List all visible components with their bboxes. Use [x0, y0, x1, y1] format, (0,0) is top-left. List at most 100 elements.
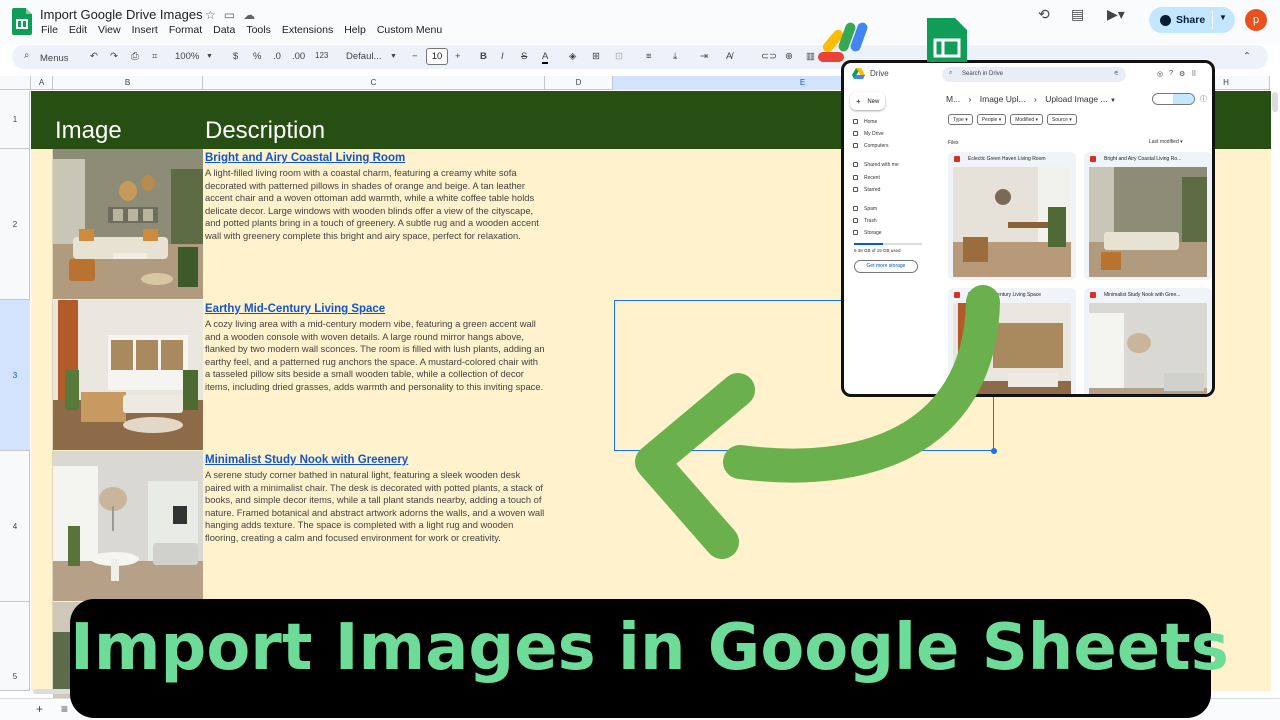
menu-edit[interactable]: Edit	[69, 24, 87, 36]
menu-format[interactable]: Format	[169, 24, 202, 36]
header-description-cell[interactable]: Description	[205, 117, 325, 145]
coastal-living-room-image[interactable]	[53, 149, 203, 299]
chip-source[interactable]: Source ▾	[1047, 114, 1077, 125]
apps-grid-icon[interactable]: ⠿	[1191, 70, 1196, 78]
menu-view[interactable]: View	[98, 24, 121, 36]
details-info-icon[interactable]: ⓘ	[1200, 94, 1207, 104]
undo-icon[interactable]: ↶	[90, 51, 98, 62]
sheets-logo-icon[interactable]	[12, 8, 32, 35]
row-header-2[interactable]: 2	[0, 149, 30, 300]
menu-custom[interactable]: Custom Menu	[377, 24, 442, 36]
merge-cells-icon[interactable]: ⊡	[615, 51, 623, 62]
bold-icon[interactable]: B	[480, 51, 487, 62]
file-card[interactable]: Eclectic Green Haven Living Room	[948, 152, 1076, 280]
nav-storage[interactable]: Storage	[853, 230, 882, 236]
print-icon[interactable]: ⎙	[131, 51, 139, 62]
nav-starred[interactable]: Starred	[853, 187, 880, 193]
vertical-scrollbar[interactable]	[1272, 92, 1278, 112]
breadcrumb-folder[interactable]: Image Upl...	[980, 94, 1026, 104]
text-rotation-icon[interactable]: A̸	[726, 51, 732, 62]
increase-decimal-button[interactable]: .00	[292, 51, 305, 62]
breadcrumb-root[interactable]: M...	[946, 94, 960, 104]
fill-color-icon[interactable]: ◈	[569, 51, 576, 62]
header-image-cell[interactable]: Image	[55, 117, 122, 145]
decrease-decimal-button[interactable]: .0	[273, 51, 281, 62]
item-title[interactable]: Minimalist Study Nook with Greenery	[205, 454, 408, 466]
column-a-cells[interactable]	[31, 149, 53, 691]
insert-comment-icon[interactable]: ⊕	[785, 51, 793, 62]
number-format-button[interactable]: 123	[315, 51, 328, 60]
menus-search[interactable]: ⌕ Menus	[14, 47, 84, 67]
collapse-toolbar-icon[interactable]: ⌃	[1243, 51, 1251, 62]
breadcrumb-current[interactable]: Upload Image ...	[1045, 94, 1107, 104]
font-dropdown-icon[interactable]: ▼	[390, 53, 397, 60]
text-wrap-icon[interactable]: ⇥	[700, 51, 708, 62]
document-title[interactable]: Import Google Drive Images	[40, 7, 203, 22]
menu-file[interactable]: File	[41, 24, 58, 36]
font-size-increase-icon[interactable]: +	[455, 51, 461, 62]
sort-select[interactable]: Last modified ▾	[1149, 139, 1183, 145]
text-color-icon[interactable]: A	[542, 51, 549, 64]
zoom-select[interactable]: 100%	[175, 51, 199, 62]
item-title[interactable]: Bright and Airy Coastal Living Room	[205, 152, 405, 164]
nav-spam[interactable]: Spam	[853, 206, 877, 212]
borders-icon[interactable]: ⊞	[592, 51, 600, 62]
meet-icon[interactable]: ▶▾	[1107, 6, 1125, 23]
row-header-5[interactable]: 5	[0, 602, 30, 691]
offline-icon[interactable]: ◎	[1157, 70, 1163, 78]
nav-trash[interactable]: Trash	[853, 218, 877, 224]
chip-type[interactable]: Type ▾	[948, 114, 973, 125]
zoom-dropdown-icon[interactable]: ▼	[206, 53, 213, 60]
row-header-4[interactable]: 4	[0, 451, 30, 602]
percent-button[interactable]: %	[253, 51, 261, 62]
chip-modified[interactable]: Modified ▾	[1010, 114, 1044, 125]
chevron-down-icon[interactable]: ▼	[1110, 98, 1116, 104]
chip-people[interactable]: People ▾	[976, 114, 1007, 125]
nav-recent[interactable]: Recent	[853, 175, 880, 181]
redo-icon[interactable]: ↷	[110, 51, 118, 62]
currency-button[interactable]: $	[233, 51, 238, 62]
menu-extensions[interactable]: Extensions	[282, 24, 333, 36]
share-button[interactable]: Share ▼	[1149, 7, 1235, 33]
paint-format-icon[interactable]: ⌗	[152, 51, 157, 62]
row-header-3[interactable]: 3	[0, 300, 30, 451]
menu-insert[interactable]: Insert	[132, 24, 158, 36]
menu-data[interactable]: Data	[213, 24, 235, 36]
insert-chart-icon[interactable]: ▥	[806, 51, 815, 62]
item-title[interactable]: Earthy Mid-Century Living Space	[205, 303, 385, 315]
font-family-select[interactable]: Defaul...	[346, 51, 381, 62]
file-card[interactable]: Bright and Airy Coastal Living Ro...	[1084, 152, 1212, 280]
horizontal-align-icon[interactable]: ≡	[646, 51, 652, 62]
settings-gear-icon[interactable]: ⚙	[1179, 70, 1185, 78]
nav-computers[interactable]: Computers	[853, 143, 888, 149]
select-all-corner[interactable]	[0, 76, 31, 90]
version-history-icon[interactable]: ⟲	[1038, 6, 1050, 23]
help-icon[interactable]: ?	[1169, 70, 1173, 78]
nav-home[interactable]: Home	[853, 119, 877, 125]
all-sheets-icon[interactable]: ≡	[61, 702, 68, 716]
insert-link-icon[interactable]: ⊂⊃	[761, 51, 777, 62]
column-header-d[interactable]: D	[545, 76, 613, 90]
file-card[interactable]: Minimalist Study Nook with Gree...	[1084, 288, 1212, 394]
font-size-input[interactable]: 10	[426, 48, 448, 65]
column-header-a[interactable]: A	[31, 76, 53, 90]
avatar[interactable]: p	[1245, 9, 1267, 31]
move-folder-icon[interactable]: ▭	[224, 8, 235, 22]
study-nook-image[interactable]	[53, 451, 203, 601]
nav-my-drive[interactable]: My Drive	[853, 131, 884, 137]
cloud-status-icon[interactable]: ☁	[243, 8, 255, 22]
comments-icon[interactable]: ▤	[1071, 6, 1084, 23]
column-header-b[interactable]: B	[53, 76, 203, 90]
get-more-storage-button[interactable]: Get more storage	[854, 260, 918, 273]
nav-shared[interactable]: Shared with me	[853, 162, 899, 168]
vertical-align-icon[interactable]: ⤓	[673, 51, 677, 62]
search-options-icon[interactable]: ⚟	[1114, 70, 1119, 77]
new-button[interactable]: + New	[850, 92, 885, 110]
view-toggle[interactable]	[1152, 93, 1195, 105]
row-header-1[interactable]: 1	[0, 91, 30, 149]
share-dropdown-icon[interactable]: ▼	[1219, 13, 1227, 22]
strikethrough-icon[interactable]: S	[521, 51, 527, 62]
italic-icon[interactable]: I	[501, 51, 504, 62]
star-icon[interactable]: ☆	[205, 8, 216, 22]
font-size-decrease-icon[interactable]: −	[412, 51, 418, 62]
